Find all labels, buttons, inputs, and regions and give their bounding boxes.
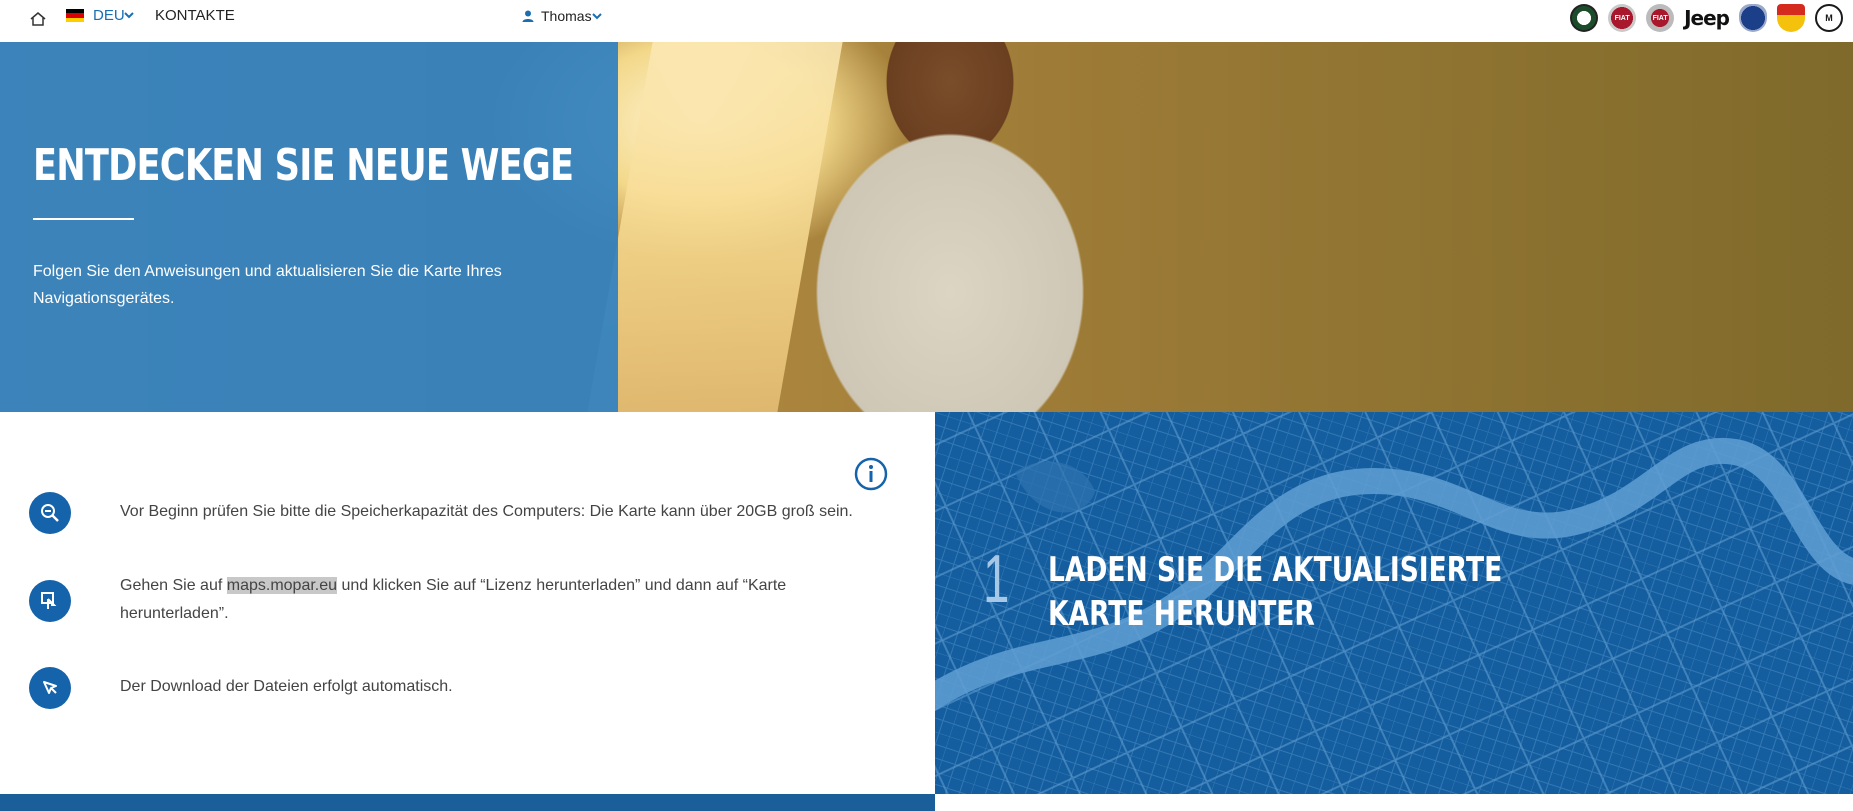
step-text: Gehen Sie auf maps.mopar.eu und klicken … xyxy=(120,577,787,622)
contacts-link[interactable]: KONTAKTE xyxy=(155,7,235,24)
next-section-strip xyxy=(0,794,935,811)
mopar-logo[interactable]: M xyxy=(1815,4,1843,32)
user-menu[interactable]: Thomas xyxy=(541,8,592,24)
hero-description: Folgen Sie den Anweisungen und aktualisi… xyxy=(33,263,502,307)
brand-logos: FIAT FIAT Jeep M xyxy=(1570,2,1843,34)
step-text: Vor Beginn prüfen Sie bitte die Speicher… xyxy=(120,503,853,520)
hero-title: ENTDECKEN SIE NEUE WEGE xyxy=(33,140,574,191)
download-icon xyxy=(29,580,71,622)
fiat-logo[interactable]: FIAT xyxy=(1608,4,1637,32)
top-navigation: DEU KONTAKTE Thomas FIAT FIAT Jeep M xyxy=(0,0,1853,42)
maps-mopar-link[interactable]: maps.mopar.eu xyxy=(226,577,338,594)
abarth-logo[interactable] xyxy=(1777,4,1805,32)
jeep-logo[interactable]: Jeep xyxy=(1684,6,1730,30)
cursor-icon xyxy=(29,667,71,709)
step-text: Der Download der Dateien erfolgt automat… xyxy=(120,678,453,695)
user-icon[interactable] xyxy=(521,9,535,23)
info-icon[interactable] xyxy=(854,457,888,491)
instructions-panel: Vor Beginn prüfen Sie bitte die Speicher… xyxy=(0,412,935,794)
hero-divider xyxy=(33,218,134,220)
fiat-professional-logo[interactable]: FIAT xyxy=(1646,4,1675,32)
chevron-down-icon[interactable] xyxy=(124,10,134,20)
chevron-down-icon[interactable] xyxy=(592,11,602,21)
german-flag-icon[interactable] xyxy=(66,9,84,22)
alfa-romeo-logo[interactable] xyxy=(1570,4,1599,32)
hero-overlay xyxy=(0,42,618,412)
language-selector[interactable]: DEU xyxy=(93,7,125,24)
home-icon[interactable] xyxy=(28,9,48,29)
step-number: 1 xyxy=(983,541,1010,617)
step-title: LADEN SIE DIE AKTUALISIERTE KARTE HERUNT… xyxy=(1048,550,1503,634)
hero-banner: ENTDECKEN SIE NEUE WEGE Folgen Sie den A… xyxy=(0,42,1853,412)
lancia-logo[interactable] xyxy=(1739,4,1767,32)
magnifier-icon xyxy=(29,492,71,534)
